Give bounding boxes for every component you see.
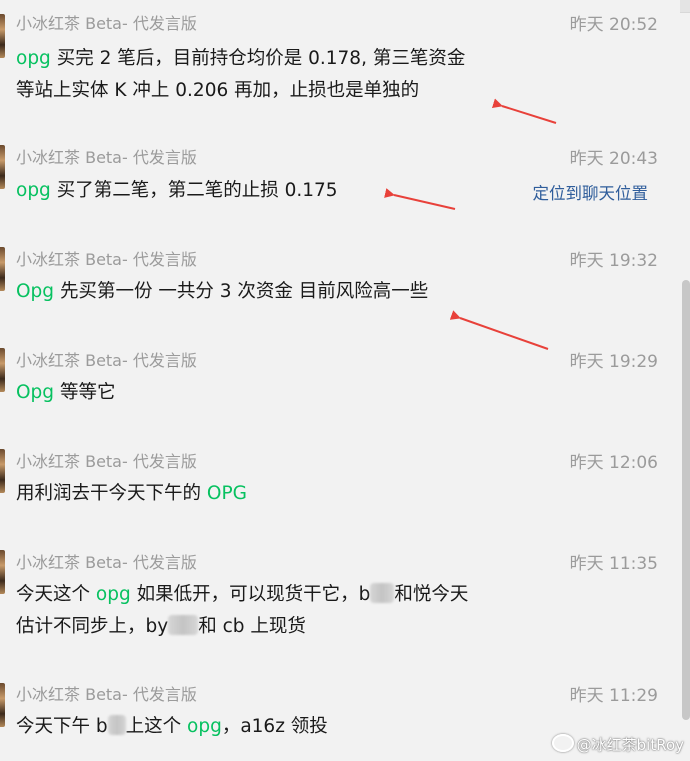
sender-name: 小冰红茶 Beta- 代发言版 <box>16 452 197 471</box>
locate-in-chat-link[interactable]: 定位到聊天位置 <box>533 180 649 204</box>
redacted-blur <box>107 715 126 735</box>
keyword: opg <box>95 584 131 605</box>
message-time: 昨天 19:32 <box>569 251 658 271</box>
sender-name: 小冰红茶 Beta- 代发言版 <box>16 553 197 572</box>
avatar[interactable] <box>0 348 5 392</box>
message-text: opg 买完 2 笔后，目前持仓均价是 0.178, 第三笔资金 <box>16 48 466 69</box>
keyword: opg <box>187 716 222 737</box>
sender-name: 小冰红茶 Beta- 代发言版 <box>16 351 197 370</box>
redacted-blur <box>370 583 395 603</box>
message-text: 估计不同步上，by 和 cb 上现货 <box>16 615 306 637</box>
message-text: Opg 等等它 <box>16 382 116 403</box>
message-text: 等站上实体 K 冲上 0.206 再加，止损也是单独的 <box>16 80 420 101</box>
message-text: 今天这个 opg 如果低开，可以现货干它，b 和悦今天 <box>16 583 469 605</box>
message-text: Opg 先买第一份 一共分 3 次资金 目前风险高一些 <box>16 281 429 302</box>
avatar[interactable] <box>0 683 5 727</box>
scrollbar[interactable] <box>682 280 690 720</box>
watermark: @冰红茶bitRoy <box>551 734 684 755</box>
message-time: 昨天 11:35 <box>569 554 658 574</box>
sender-name: 小冰红茶 Beta- 代发言版 <box>16 148 197 167</box>
keyword: Opg <box>16 382 55 403</box>
chat-message[interactable]: 小冰红茶 Beta- 代发言版 昨天 19:29 Opg 等等它 <box>0 324 680 426</box>
sender-name: 小冰红茶 Beta- 代发言版 <box>16 14 197 33</box>
keyword: opg <box>16 48 51 69</box>
chat-message[interactable]: 小冰红茶 Beta- 代发言版 昨天 19:32 Opg 先买第一份 一共分 3… <box>0 223 680 325</box>
sender-name: 小冰红茶 Beta- 代发言版 <box>16 250 197 269</box>
chat-message[interactable]: 小冰红茶 Beta- 代发言版 昨天 20:43 opg 买了第二笔，第二笔的止… <box>0 121 680 224</box>
message-text: opg 买了第二笔，第二笔的止损 0.175 <box>16 180 338 201</box>
avatar[interactable] <box>0 247 5 291</box>
keyword: opg <box>16 180 51 201</box>
message-text: 今天下午 b 上这个 opg，a16z 领投 <box>16 715 328 737</box>
redacted-blur <box>168 615 199 635</box>
message-time: 昨天 12:06 <box>569 453 658 473</box>
avatar[interactable] <box>0 14 5 58</box>
chat-message[interactable]: 小冰红茶 Beta- 代发言版 昨天 12:06 用利润去干今天下午的 OPG <box>0 425 680 527</box>
chat-message[interactable]: 小冰红茶 Beta- 代发言版 昨天 11:35 今天这个 opg 如果低开，可… <box>0 526 680 660</box>
sender-name: 小冰红茶 Beta- 代发言版 <box>16 685 197 704</box>
keyword: Opg <box>16 281 55 302</box>
chat-message[interactable]: 小冰红茶 Beta- 代发言版 昨天 20:52 opg 买完 2 笔后，目前持… <box>0 0 680 122</box>
message-time: 昨天 19:29 <box>569 352 658 372</box>
message-text: 用利润去干今天下午的 OPG <box>16 483 247 504</box>
avatar[interactable] <box>0 449 5 493</box>
avatar[interactable] <box>0 550 5 594</box>
message-time: 昨天 11:29 <box>569 686 658 706</box>
keyword: OPG <box>206 483 247 504</box>
message-time: 昨天 20:52 <box>569 15 658 35</box>
avatar[interactable] <box>0 145 5 189</box>
weibo-icon <box>551 734 574 752</box>
message-time: 昨天 20:43 <box>569 149 658 169</box>
